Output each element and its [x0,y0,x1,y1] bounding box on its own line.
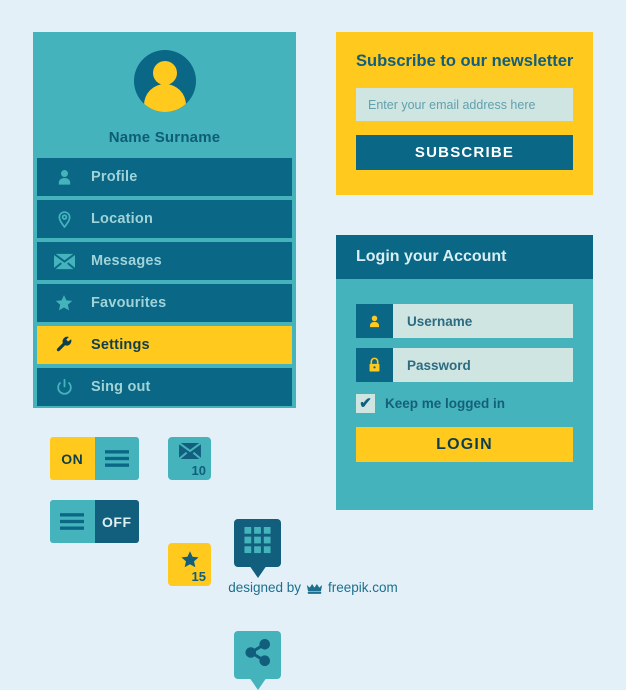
toggle-off-label-half: OFF [94,500,139,543]
sidebar-profile-header: Name Surname [33,32,296,158]
hamburger-icon [94,437,139,480]
apps-grid-bubble[interactable] [234,519,281,578]
toggle-switch-on[interactable]: ON [50,437,139,480]
username-field-row[interactable]: Username [356,304,573,338]
grid-icon [243,526,272,560]
share-icon [244,639,271,671]
map-pin-icon [37,210,91,229]
share-bubble[interactable] [234,631,281,690]
bubble-tail [248,565,267,578]
envelope-icon [37,252,91,270]
toggle-on-label: ON [61,450,84,467]
messages-count: 10 [191,463,206,478]
profile-name: Name Surname [108,129,221,146]
subscribe-button[interactable]: SUBSCRIBE [356,135,573,170]
crown-icon [306,581,323,595]
sidebar-item-label: Location [91,211,154,227]
sidebar-panel: Name Surname Profile Location Messages F… [33,32,296,408]
username-input[interactable]: Username [393,304,573,338]
toggle-on-label-half: ON [50,437,95,480]
sidebar-item-settings[interactable]: Settings [37,326,292,364]
credit-line: designed by freepik.com [0,580,626,595]
password-input[interactable]: Password [393,348,573,382]
newsletter-title: Subscribe to our newsletter [356,52,574,70]
login-button[interactable]: LOGIN [356,427,573,462]
sidebar-item-label: Profile [91,169,138,185]
keep-logged-in-label: Keep me logged in [385,396,506,411]
hamburger-icon [50,500,95,543]
lock-icon [356,348,393,382]
person-icon [37,168,91,187]
power-icon [37,378,91,397]
toggle-switch-off[interactable]: OFF [50,500,139,543]
sidebar-item-label: Sing out [91,379,151,395]
messages-badge-tile[interactable]: 10 [168,437,211,480]
bubble-tail [248,677,267,690]
avatar-body-shape [143,84,186,112]
password-field-row[interactable]: Password [356,348,573,382]
login-header: Login your Account [336,235,593,279]
keep-logged-in-checkbox[interactable]: ✔ [356,394,375,413]
person-icon [356,304,393,338]
credit-prefix: designed by [228,580,302,595]
login-panel: Login your Account Username Password ✔ K… [336,235,593,510]
keep-logged-in-row[interactable]: ✔ Keep me logged in [356,394,593,413]
sidebar-item-label: Settings [91,337,150,353]
sidebar-item-label: Favourites [91,295,167,311]
sidebar-item-profile[interactable]: Profile [37,158,292,196]
sidebar-item-location[interactable]: Location [37,200,292,238]
envelope-icon [177,442,202,464]
star-icon [37,293,91,313]
email-input[interactable] [356,88,573,121]
toggle-off-label: OFF [102,513,132,530]
wrench-icon [37,336,91,355]
newsletter-panel: Subscribe to our newsletter SUBSCRIBE [336,32,593,195]
sidebar-item-label: Messages [91,253,162,269]
login-title: Login your Account [356,248,507,265]
sidebar-item-sign-out[interactable]: Sing out [37,368,292,406]
sidebar-item-messages[interactable]: Messages [37,242,292,280]
sidebar-item-favourites[interactable]: Favourites [37,284,292,322]
avatar-head-shape [152,61,177,85]
avatar [133,50,196,112]
credit-brand: freepik.com [328,580,398,595]
